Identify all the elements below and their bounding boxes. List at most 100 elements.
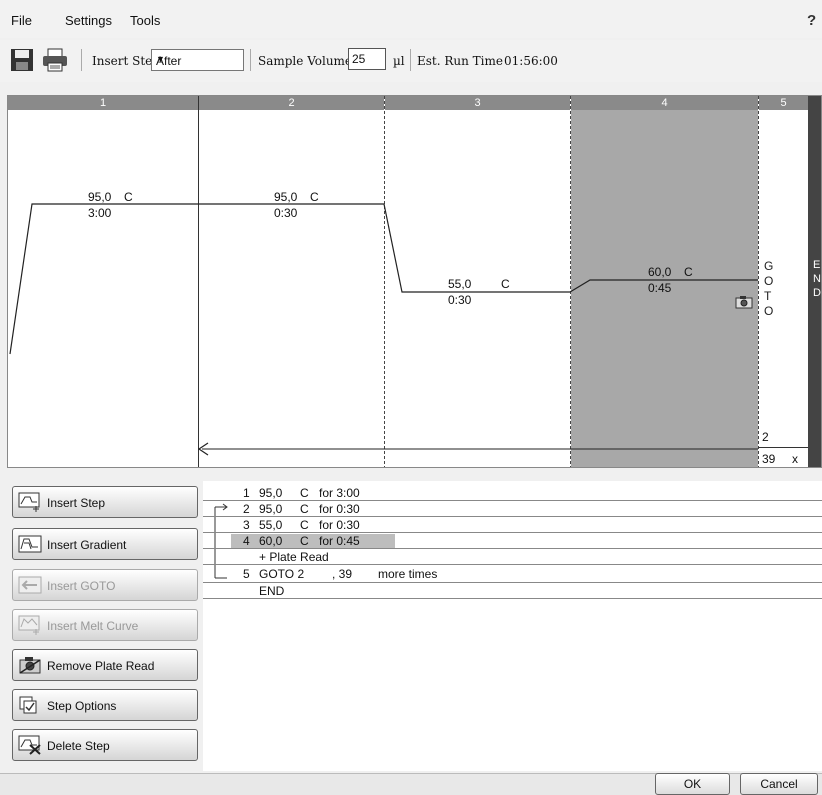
cancel-button[interactable]: Cancel — [740, 773, 818, 795]
insert-melt-curve-button[interactable]: Insert Melt Curve — [12, 609, 198, 641]
goto-letter: G — [764, 259, 774, 273]
goto-letter: O — [764, 304, 774, 318]
row-number: 2 — [243, 502, 250, 516]
camera-icon[interactable] — [735, 295, 753, 309]
goto-letter: T — [764, 289, 772, 303]
row-temp: 60,0 — [259, 534, 283, 548]
row-divider — [203, 582, 822, 583]
step-3-time: 0:30 — [448, 293, 472, 307]
insert-gradient-button[interactable]: Insert Gradient — [12, 528, 198, 560]
row-unit: C — [300, 486, 309, 500]
row-number: 3 — [243, 518, 250, 532]
print-icon[interactable] — [42, 48, 68, 72]
step-1-temp: 95,0 — [88, 190, 112, 204]
step-options-button-label: Step Options — [47, 699, 117, 713]
end-letter: D — [813, 287, 821, 299]
insert-step-label: Insert Step — [92, 54, 160, 68]
goto-target-step: 2 — [762, 430, 769, 444]
help-icon[interactable]: ? — [807, 12, 816, 29]
insert-position-select[interactable]: After ▼ — [151, 49, 244, 71]
volume-unit: µl — [393, 54, 405, 68]
protocol-step-list: 1 95,0 C for 3:00 2 95,0 C for 0:30 3 55… — [203, 481, 822, 771]
run-time-value: 01:56:00 — [504, 54, 558, 68]
step-3-unit: C — [501, 277, 510, 291]
insert-step-icon — [18, 492, 42, 512]
step-1-time: 3:00 — [88, 206, 112, 220]
goto-row-count: , 39 — [332, 567, 353, 581]
goto-times-x: x — [792, 452, 798, 466]
row-unit: C — [300, 534, 309, 548]
row-temp: 95,0 — [259, 502, 283, 516]
row-desc: for 3:00 — [319, 486, 360, 500]
row-divider — [203, 500, 822, 501]
row-divider — [203, 532, 822, 533]
step-2-time: 0:30 — [274, 206, 298, 220]
step-4-temp: 60,0 — [648, 265, 672, 279]
row-divider — [203, 516, 822, 517]
goto-separator — [758, 447, 808, 448]
menu-settings[interactable]: Settings — [65, 13, 112, 28]
chevron-down-icon: ▼ — [156, 54, 165, 64]
delete-step-button-label: Delete Step — [47, 739, 110, 753]
insert-goto-button[interactable]: Insert GOTO — [12, 569, 198, 601]
step-2-unit: C — [310, 190, 319, 204]
step-3-temp: 55,0 — [448, 277, 472, 291]
row-divider — [203, 548, 822, 549]
goto-icon — [18, 575, 42, 595]
row-desc: for 0:30 — [319, 518, 360, 532]
menu-bar: File Settings Tools ? — [0, 0, 822, 38]
insert-step-button[interactable]: Insert Step — [12, 486, 198, 518]
toolbar-separator — [410, 49, 411, 71]
gradient-icon — [18, 534, 42, 554]
options-icon — [18, 695, 42, 715]
run-time-label: Est. Run Time — [417, 54, 503, 68]
sample-volume-input[interactable]: 25 — [348, 48, 386, 70]
end-letter: E — [813, 259, 821, 271]
step-4-unit: C — [684, 265, 693, 279]
end-row[interactable]: END — [259, 584, 284, 598]
goto-repeats[interactable]: 39 — [762, 452, 775, 466]
step-4-time: 0:45 — [648, 281, 672, 295]
remove-plate-read-button[interactable]: Remove Plate Read — [12, 649, 198, 681]
end-letter: N — [813, 273, 821, 285]
selected-row-highlight — [231, 534, 395, 548]
sample-volume-label: Sample Volume — [258, 54, 353, 68]
step-1-unit: C — [124, 190, 133, 204]
row-desc: for 0:30 — [319, 502, 360, 516]
step-options-button[interactable]: Step Options — [12, 689, 198, 721]
goto-loop-bracket — [214, 503, 228, 579]
row-unit: C — [300, 518, 309, 532]
toolbar: Insert Step After ▼ Sample Volume 25 µl … — [0, 40, 822, 82]
row-divider — [203, 564, 822, 565]
row-unit: C — [300, 502, 309, 516]
row-number: 4 — [243, 534, 250, 548]
row-temp: 95,0 — [259, 486, 283, 500]
row-desc: for 0:45 — [319, 534, 360, 548]
melt-curve-icon — [18, 615, 42, 635]
step-action-panel: Insert Step Insert Gradient Insert GOTO … — [7, 478, 203, 774]
insert-gradient-button-label: Insert Gradient — [47, 538, 127, 552]
delete-step-button[interactable]: Delete Step — [12, 729, 198, 761]
menu-tools[interactable]: Tools — [130, 13, 160, 28]
remove-plate-read-button-label: Remove Plate Read — [47, 659, 155, 673]
ok-button[interactable]: OK — [655, 773, 730, 795]
row-divider — [203, 598, 822, 599]
toolbar-separator — [250, 49, 251, 71]
row-number: 5 — [243, 567, 250, 581]
insert-step-button-label: Insert Step — [47, 496, 106, 510]
goto-row-more: more times — [378, 567, 438, 581]
insert-melt-curve-button-label: Insert Melt Curve — [47, 619, 139, 633]
goto-row-text: GOTO 2 — [259, 567, 305, 581]
menu-file[interactable]: File — [11, 13, 32, 28]
toolbar-separator — [81, 49, 82, 71]
insert-goto-button-label: Insert GOTO — [47, 579, 116, 593]
delete-icon — [18, 735, 42, 755]
step-2-temp: 95,0 — [274, 190, 298, 204]
save-icon[interactable] — [10, 48, 36, 72]
plate-read-row[interactable]: + Plate Read — [259, 550, 329, 564]
protocol-graph: 1 2 3 4 5 95,0 C 3:00 95,0 C 0:30 55,0 C… — [7, 95, 822, 468]
row-number: 1 — [243, 486, 250, 500]
temperature-profile-line — [9, 203, 758, 456]
goto-letter: O — [764, 274, 774, 288]
camera-icon — [18, 655, 42, 675]
